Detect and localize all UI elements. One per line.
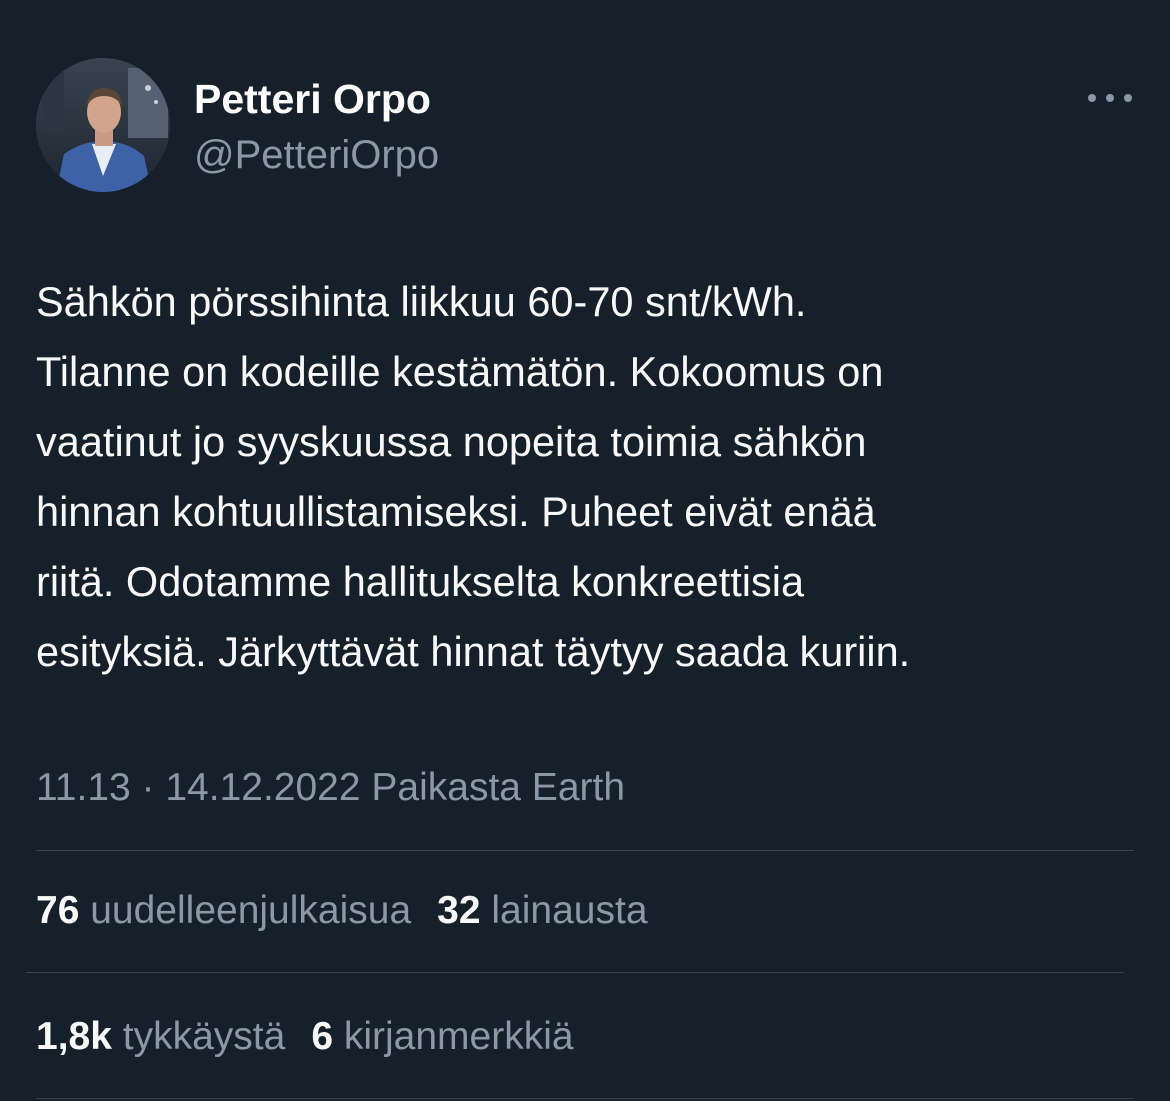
tweet-detail: Petteri Orpo @PetteriOrpo Sähkön pörssih… [0, 0, 1170, 1101]
more-dot [1124, 94, 1132, 102]
likes-count: 1,8k [36, 1015, 112, 1058]
more-dot [1106, 94, 1114, 102]
stats-row-likes: 1,8k tykkäystä 6 kirjanmerkkiä [36, 1011, 574, 1063]
divider [36, 850, 1134, 851]
more-dot [1088, 94, 1096, 102]
divider [26, 972, 1124, 973]
quotes-link[interactable]: 32 lainausta [437, 889, 647, 932]
bookmarks-link[interactable]: 6 kirjanmerkkiä [311, 1015, 573, 1058]
likes-link[interactable]: 1,8k tykkäystä [36, 1015, 285, 1058]
quotes-label: lainausta [491, 889, 648, 932]
tweet-text: Sähkön pörssihinta liikkuu 60-70 snt/kWh… [36, 278, 911, 675]
retweets-label: uudelleenjulkaisua [90, 889, 412, 932]
divider [36, 1098, 1134, 1099]
author-handle[interactable]: @PetteriOrpo [194, 130, 439, 180]
likes-label: tykkäystä [122, 1015, 286, 1058]
tweet-timestamp[interactable]: 11.13 · 14.12.2022 Paikasta Earth [36, 762, 625, 814]
bookmarks-count: 6 [311, 1015, 334, 1058]
retweets-link[interactable]: 76 uudelleenjulkaisua [36, 889, 411, 932]
retweets-count: 76 [36, 889, 80, 932]
quotes-count: 32 [437, 889, 481, 932]
author-name[interactable]: Petteri Orpo [194, 74, 431, 124]
more-horizontal-icon[interactable] [1088, 86, 1132, 110]
tweet-header: Petteri Orpo @PetteriOrpo [36, 58, 1136, 192]
avatar[interactable] [36, 58, 170, 192]
bookmarks-label: kirjanmerkkiä [343, 1015, 574, 1058]
stats-row-reposts: 76 uudelleenjulkaisua 32 lainausta [36, 885, 648, 937]
